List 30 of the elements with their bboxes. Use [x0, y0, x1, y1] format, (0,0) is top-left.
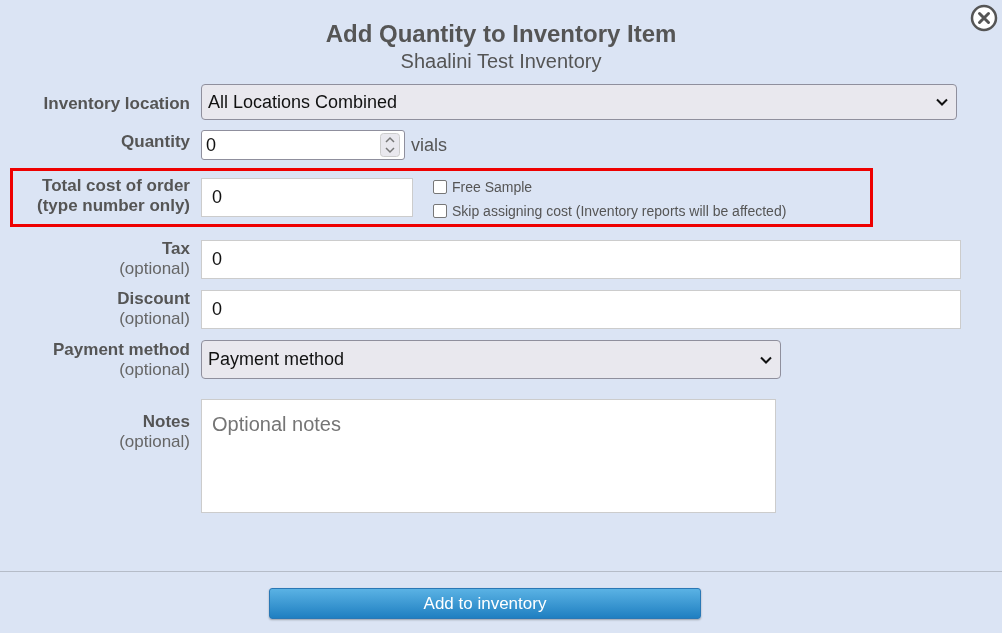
- notes-field[interactable]: Optional notes: [201, 399, 776, 513]
- field-label: Payment method: [53, 340, 190, 360]
- input-field[interactable]: 0: [201, 290, 961, 329]
- caret-icon: [936, 98, 948, 106]
- spinner-icon[interactable]: [380, 133, 400, 157]
- dialog-subtitle: Shaalini Test Inventory: [400, 50, 602, 73]
- dialog-title: Add Quantity to Inventory Item: [325, 20, 677, 48]
- close-icon[interactable]: [970, 4, 998, 32]
- field-label: Quantity: [121, 132, 190, 152]
- field-hint: (type number only): [37, 196, 190, 216]
- field-label: Tax: [161, 239, 190, 259]
- unit-label: vials: [411, 134, 447, 156]
- checkbox[interactable]: [433, 180, 447, 194]
- optional-label: (optional): [119, 432, 190, 452]
- field-label: Discount: [117, 289, 190, 309]
- dropdown[interactable]: All Locations Combined: [201, 84, 957, 120]
- checkbox-option[interactable]: Skip assigning cost (Inventory reports will be affected): [433, 203, 787, 219]
- quantity-field[interactable]: 0: [201, 130, 405, 160]
- caret-icon: [760, 355, 772, 364]
- optional-label: (optional): [119, 360, 190, 380]
- field-label: Notes: [142, 412, 190, 432]
- dropdown[interactable]: Payment method: [201, 340, 781, 379]
- input-field[interactable]: 0: [201, 178, 413, 217]
- checkbox[interactable]: [433, 204, 447, 218]
- field-label: Total cost of order: [42, 176, 190, 196]
- optional-label: (optional): [119, 309, 190, 329]
- checkbox-option[interactable]: Free Sample: [433, 179, 533, 195]
- input-field[interactable]: 0: [201, 240, 961, 279]
- field-label: Inventory location: [43, 94, 190, 114]
- optional-label: (optional): [119, 259, 190, 279]
